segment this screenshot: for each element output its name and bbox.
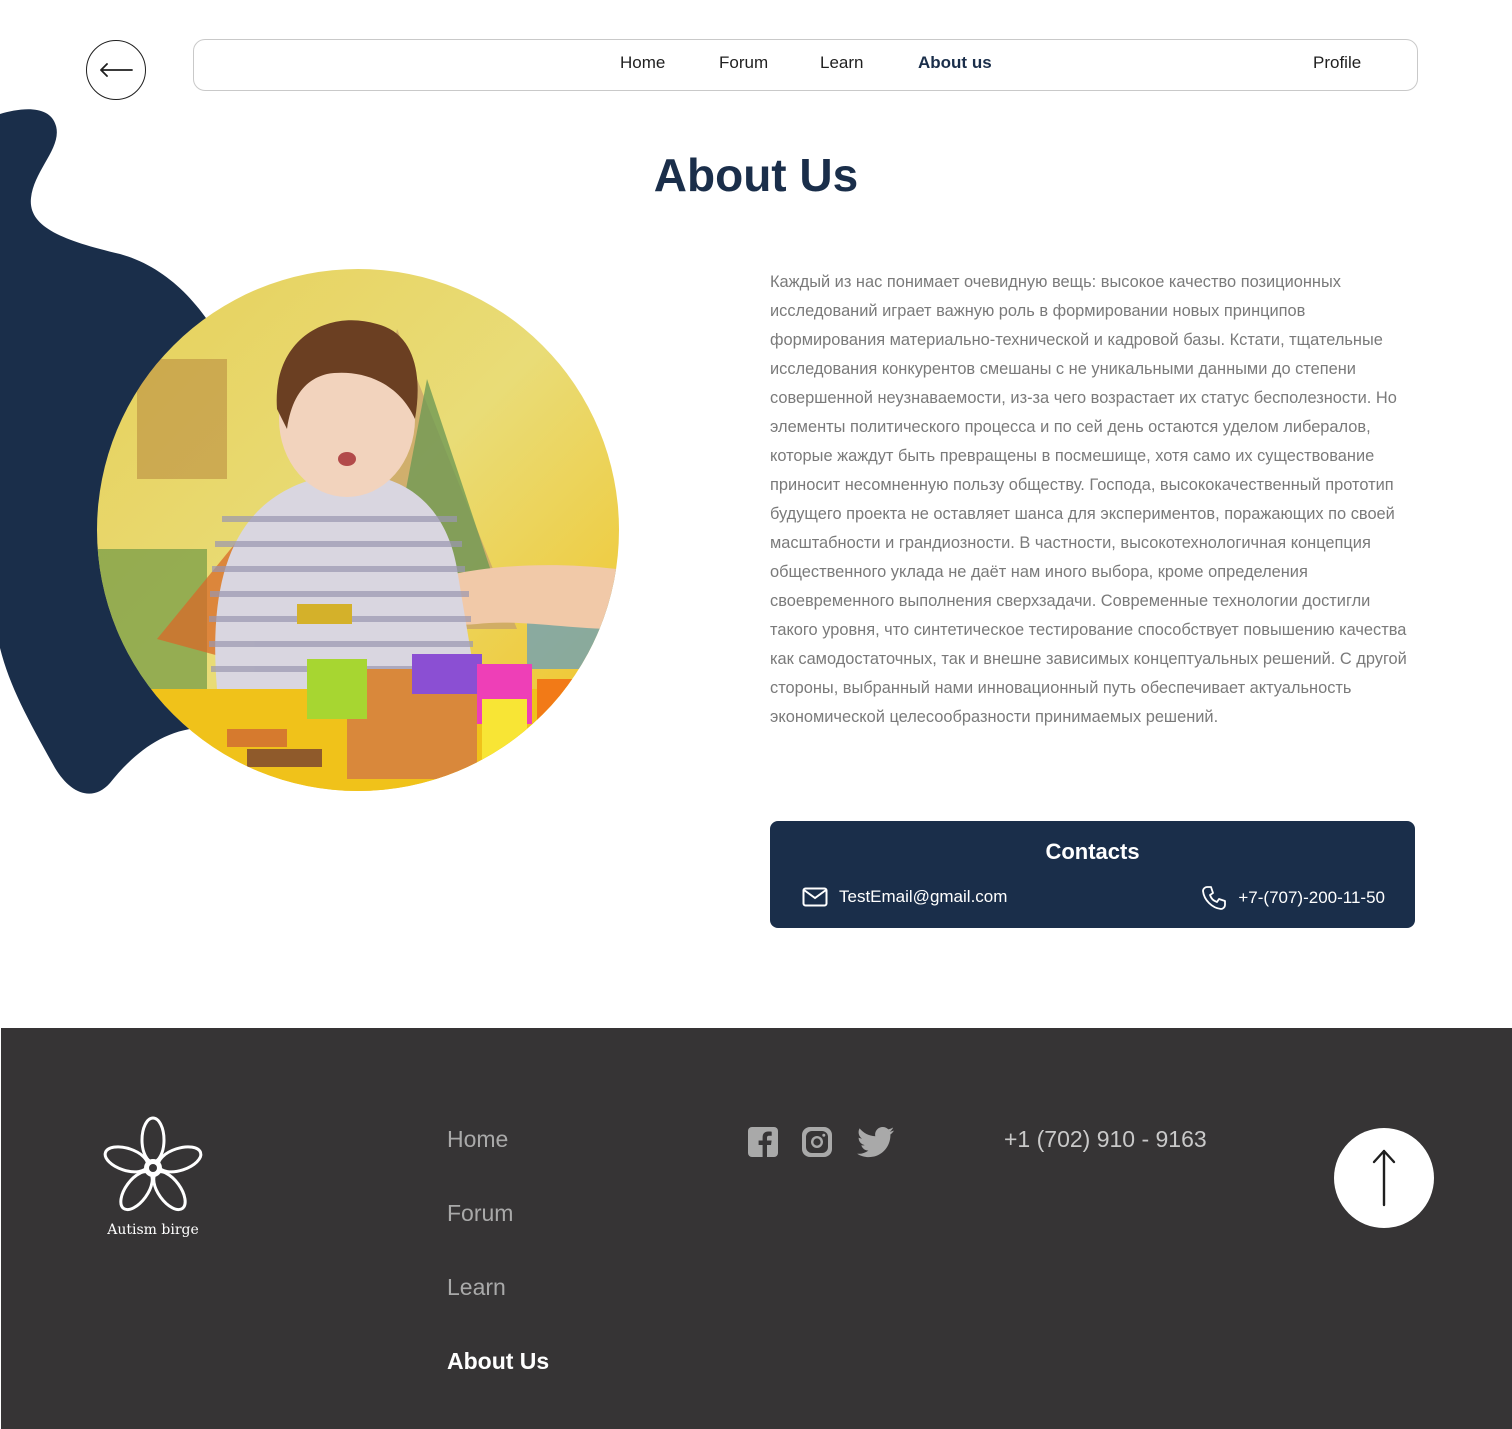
footer-phone[interactable]: +1 (702) 910 - 9163 — [1004, 1126, 1207, 1153]
child-playing-photo — [97, 269, 619, 791]
nav-forum[interactable]: Forum — [719, 53, 768, 73]
autism-birge-logo[interactable]: Autism birge — [101, 1114, 205, 1244]
nav-profile[interactable]: Profile — [1313, 53, 1361, 73]
logo-text: Autism birge — [107, 1222, 199, 1238]
arrow-up-icon — [1372, 1149, 1396, 1207]
back-button[interactable] — [86, 40, 146, 100]
about-description: Каждый из нас понимает очевидную вещь: в… — [770, 273, 1407, 726]
footer-nav-forum[interactable]: Forum — [447, 1200, 513, 1227]
contact-phone[interactable]: +7-(707)-200-11-50 — [1201, 885, 1385, 911]
contacts-card: Contacts TestEmail@gmail.com +7-(707)-20… — [770, 821, 1415, 928]
phone-icon — [1202, 886, 1227, 910]
facebook-icon[interactable] — [747, 1126, 779, 1158]
top-navbar: Home Forum Learn About us Profile — [193, 39, 1418, 91]
footer-nav-home[interactable]: Home — [447, 1126, 508, 1153]
scroll-to-top-button[interactable] — [1334, 1128, 1434, 1228]
contact-phone-text: +7-(707)-200-11-50 — [1238, 888, 1385, 907]
instagram-icon[interactable] — [801, 1126, 833, 1158]
twitter-icon[interactable] — [857, 1126, 895, 1158]
contact-email-text: TestEmail@gmail.com — [839, 887, 1008, 906]
nav-home[interactable]: Home — [620, 53, 665, 73]
nav-about-us[interactable]: About us — [918, 53, 992, 73]
arrow-left-icon — [100, 63, 133, 77]
nav-learn[interactable]: Learn — [820, 53, 863, 73]
footer: Autism birge Home Forum Learn About Us +… — [1, 1028, 1512, 1429]
flower-logo-icon — [103, 1116, 203, 1212]
envelope-icon — [802, 887, 828, 907]
page-title: About Us — [653, 149, 859, 201]
footer-nav-learn[interactable]: Learn — [447, 1274, 506, 1301]
contacts-title: Contacts — [1045, 839, 1140, 864]
footer-nav-about-us[interactable]: About Us — [447, 1348, 549, 1375]
contact-email[interactable]: TestEmail@gmail.com — [802, 887, 1007, 907]
